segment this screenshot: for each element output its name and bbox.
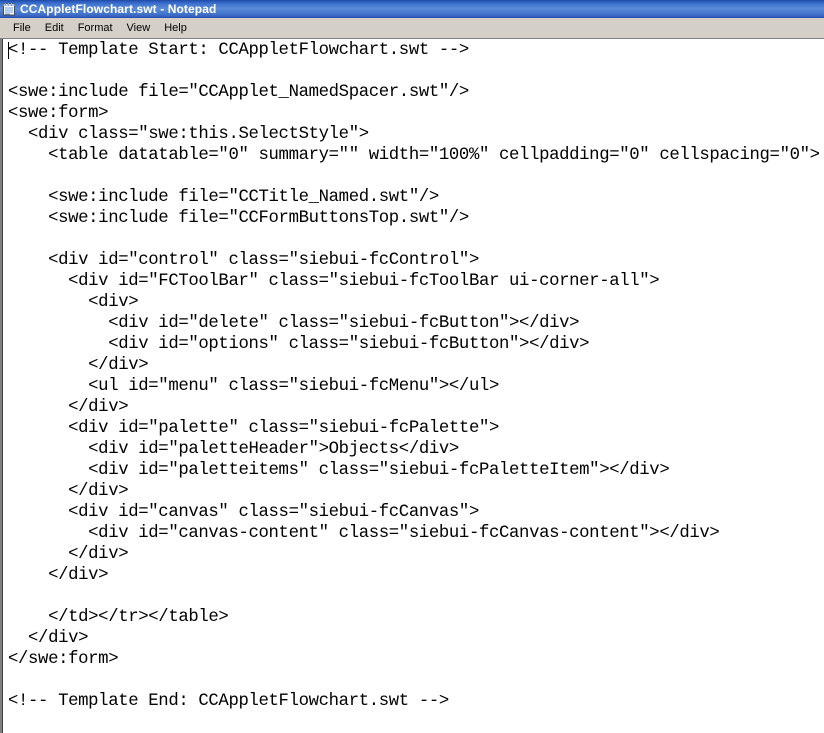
title-bar[interactable]: CCAppletFlowchart.swt - Notepad — [0, 0, 824, 18]
menu-item-view[interactable]: View — [120, 20, 158, 37]
menu-bar: File Edit Format View Help — [0, 18, 824, 38]
menu-item-edit[interactable]: Edit — [38, 20, 71, 37]
client-area: <!-- Template Start: CCAppletFlowchart.s… — [0, 38, 824, 733]
window-title: CCAppletFlowchart.swt - Notepad — [20, 2, 217, 16]
menu-item-format[interactable]: Format — [71, 20, 120, 37]
text-editor-area[interactable]: <!-- Template Start: CCAppletFlowchart.s… — [0, 38, 824, 733]
menu-item-help[interactable]: Help — [157, 20, 194, 37]
editor-text[interactable]: <!-- Template Start: CCAppletFlowchart.s… — [2, 39, 824, 712]
notepad-icon — [2, 2, 16, 16]
notepad-window: CCAppletFlowchart.swt - Notepad File Edi… — [0, 0, 824, 733]
menu-item-file[interactable]: File — [6, 20, 38, 37]
text-caret — [8, 42, 9, 59]
